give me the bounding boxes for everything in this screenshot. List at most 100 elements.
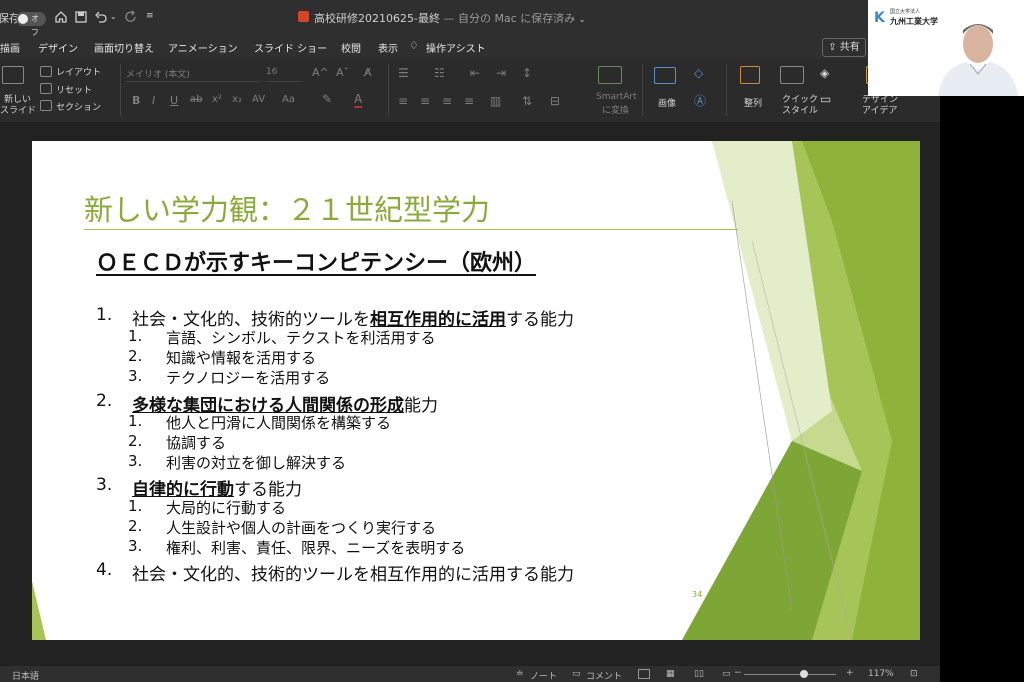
reading-view-icon[interactable]: ▯▯ — [694, 669, 704, 679]
notes-button[interactable]: ノート — [530, 669, 557, 682]
smartart-label-1[interactable]: SmartArt — [596, 92, 637, 102]
underline-icon[interactable]: U — [170, 94, 178, 107]
arrange-label[interactable]: 整列 — [744, 96, 762, 109]
slide-canvas[interactable]: 新しい学力観：２１世紀型学力 ＯＥＣＤが示すキーコンピテンシー（欧州） 1. 社… — [32, 141, 920, 640]
justify-icon[interactable]: ≡ — [464, 94, 474, 108]
line-spacing-icon[interactable]: ↕ — [522, 66, 532, 80]
slideshow-icon[interactable]: ▭ — [722, 669, 731, 679]
font-size-select[interactable]: 16 — [266, 67, 302, 82]
autosave-toggle[interactable]: オフ — [16, 12, 46, 37]
align-text-icon[interactable]: ⊟ — [550, 94, 560, 108]
new-slide-label-2[interactable]: スライド — [0, 103, 36, 116]
notes-icon[interactable]: ≐ — [516, 669, 524, 679]
subscript-icon[interactable]: x₂ — [232, 94, 242, 105]
zoom-level[interactable]: 117% — [868, 669, 894, 679]
title-bar: 保存 オフ ⌄ ≡ 高校研修20210625-最終 — 自分の Mac に保存済… — [0, 0, 940, 37]
highlight-icon[interactable]: ✎ — [322, 92, 332, 106]
tab-view[interactable]: 表示 — [378, 40, 398, 55]
strikethrough-icon[interactable]: ab — [190, 94, 202, 105]
bullets-icon[interactable]: ☰ — [398, 66, 409, 80]
tab-draw[interactable]: 描画 — [0, 40, 20, 55]
tab-animations[interactable]: アニメーション — [168, 40, 238, 55]
title-chevron-icon[interactable]: ⌄ — [579, 15, 586, 24]
undo-icon[interactable] — [94, 10, 108, 24]
textbox-icon[interactable]: Ⓐ — [694, 92, 706, 109]
share-button[interactable]: ⇪ 共有 — [822, 38, 866, 57]
comments-button[interactable]: コメント — [586, 669, 622, 682]
normal-view-icon[interactable] — [638, 669, 650, 679]
align-left-icon[interactable]: ≡ — [398, 94, 408, 108]
align-right-icon[interactable]: ≡ — [442, 94, 452, 108]
decrease-indent-icon[interactable]: ⇤ — [470, 66, 480, 80]
ribbon-divider — [388, 64, 389, 116]
document-title-wrap: 高校研修20210625-最終 — 自分の Mac に保存済み ⌄ — [314, 10, 585, 26]
ribbon-divider — [642, 64, 643, 116]
tab-tell-me[interactable]: 操作アシスト — [426, 40, 486, 55]
list-item: 4. 社会・文化的、技術的ツールを相互作用的に活用する能力 — [96, 560, 574, 585]
new-slide-icon[interactable] — [2, 66, 24, 84]
smartart-icon[interactable] — [598, 66, 622, 84]
char-spacing-icon[interactable]: AV — [252, 94, 265, 105]
shapes-icon[interactable]: ◇ — [694, 66, 703, 80]
clear-format-icon[interactable]: A̸ — [364, 66, 372, 79]
language-indicator[interactable]: 日本語 — [12, 669, 39, 682]
design-ideas-label-2[interactable]: アイデア — [862, 103, 898, 116]
sub-number: 3. — [128, 537, 143, 555]
tab-design[interactable]: デザイン — [38, 40, 78, 55]
shrink-font-icon[interactable]: Aˇ — [336, 66, 349, 79]
sub-text: 利害の対立を御し解決する — [166, 454, 347, 472]
reset-button[interactable]: リセット — [56, 83, 92, 96]
font-color-icon[interactable]: A — [354, 92, 363, 108]
lightbulb-icon: ♢ — [409, 39, 419, 52]
save-icon[interactable] — [74, 10, 88, 24]
status-bar: 日本語 ≐ ノート ▭ コメント ▦ ▯▯ ▭ − + 117% ⊡ — [0, 666, 940, 682]
columns-icon[interactable]: ▥ — [490, 94, 501, 108]
slide-sorter-icon[interactable]: ▦ — [666, 669, 675, 679]
layout-button[interactable]: レイアウト — [56, 65, 101, 78]
text-direction-icon[interactable]: ⇅ — [522, 94, 532, 108]
picture-label[interactable]: 画像 — [658, 96, 676, 109]
align-center-icon[interactable]: ≡ — [420, 94, 430, 108]
item-text-post: する能力 — [506, 310, 574, 330]
sub-list-item: 3. テクノロジーを活用する — [128, 367, 330, 387]
slide-page-number: 34 — [692, 590, 703, 599]
smartart-label-2[interactable]: に変換 — [602, 103, 629, 116]
powerpoint-icon — [298, 11, 309, 22]
redo-icon[interactable] — [124, 10, 138, 24]
change-case-icon[interactable]: Aa — [282, 94, 295, 105]
tab-review[interactable]: 校閲 — [341, 40, 361, 55]
numbering-icon[interactable]: ☷ — [434, 66, 445, 80]
home-icon[interactable] — [54, 10, 68, 24]
slide-subtitle: ＯＥＣＤが示すキーコンピテンシー（欧州） — [96, 251, 537, 276]
sub-number: 1. — [128, 327, 143, 345]
zoom-slider[interactable] — [744, 670, 836, 678]
italic-icon[interactable]: I — [152, 94, 155, 107]
font-name-value: メイリオ (本文) — [126, 70, 190, 80]
fit-slide-icon[interactable]: ⊡ — [910, 669, 918, 679]
superscript-icon[interactable]: x² — [212, 94, 222, 105]
zoom-out-icon[interactable]: − — [734, 668, 742, 678]
font-name-select[interactable]: メイリオ (本文) — [126, 67, 260, 82]
quick-styles-label-2[interactable]: スタイル — [782, 103, 818, 116]
section-button[interactable]: セクション — [56, 100, 101, 113]
quick-styles-icon[interactable] — [780, 66, 804, 84]
tab-slideshow[interactable]: スライド ショー — [254, 40, 327, 55]
increase-indent-icon[interactable]: ⇥ — [496, 66, 506, 80]
zoom-in-icon[interactable]: + — [846, 668, 854, 678]
shape-outline-icon[interactable]: ▭ — [820, 92, 831, 106]
zoom-slider-thumb[interactable] — [800, 670, 808, 678]
shape-fill-icon[interactable]: ◈ — [820, 66, 829, 80]
grow-font-icon[interactable]: A^ — [312, 66, 329, 79]
presenter-silhouette — [938, 24, 1018, 96]
ribbon-divider — [120, 64, 121, 116]
bold-icon[interactable]: B — [132, 94, 140, 107]
ribbon-tabs: 描画 デザイン 画面切り替え アニメーション スライド ショー 校閲 表示 ♢ … — [0, 36, 940, 58]
picture-icon[interactable] — [654, 67, 676, 84]
comments-icon[interactable]: ▭ — [572, 669, 581, 679]
undo-dropdown-icon[interactable]: ⌄ — [110, 12, 117, 21]
arrange-icon[interactable] — [740, 66, 760, 84]
sub-number: 2. — [128, 432, 143, 450]
customize-toolbar-icon[interactable]: ≡ — [146, 11, 154, 21]
reset-icon — [40, 83, 52, 94]
tab-transitions[interactable]: 画面切り替え — [94, 40, 154, 55]
